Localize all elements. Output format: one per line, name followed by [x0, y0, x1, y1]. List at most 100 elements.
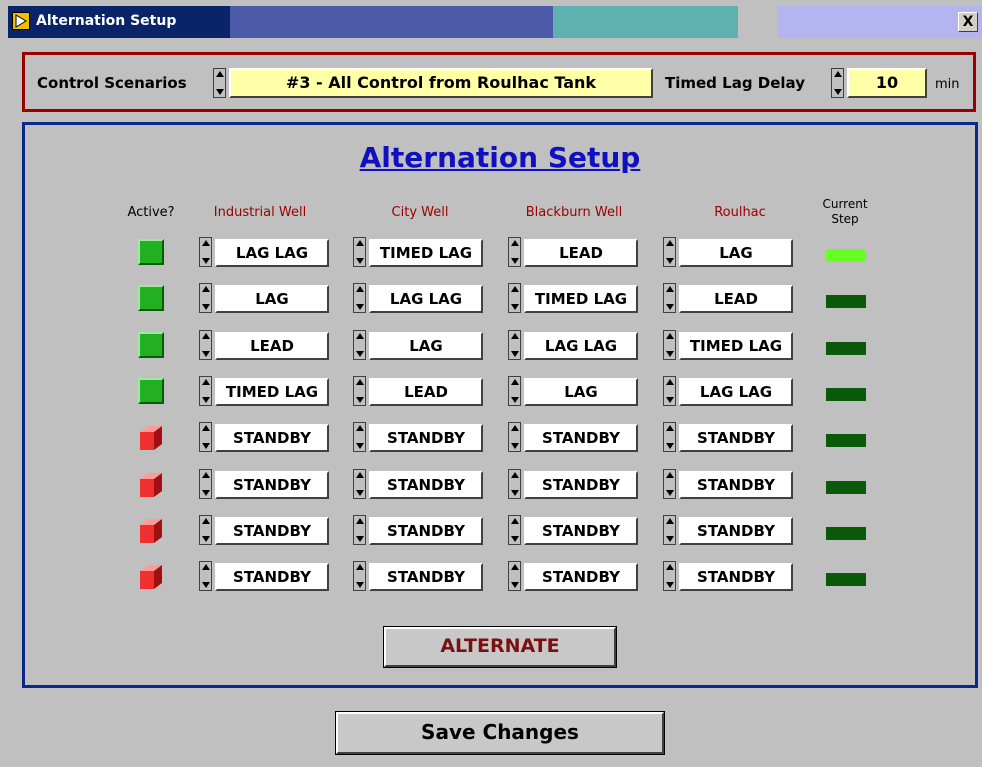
ring-value[interactable]: STANDBY — [524, 470, 638, 499]
lag-delay-spinner[interactable] — [831, 68, 844, 98]
ring-spinner[interactable] — [663, 514, 676, 545]
ring-spinner[interactable] — [353, 237, 366, 267]
ring-city[interactable]: LEAD — [353, 375, 483, 406]
close-button[interactable]: X — [958, 12, 978, 32]
ring-blackburn[interactable]: TIMED LAG — [508, 283, 638, 314]
ring-industrial[interactable]: TIMED LAG — [199, 375, 329, 406]
ring-industrial[interactable]: STANDBY — [199, 514, 329, 545]
ring-spinner[interactable] — [663, 237, 676, 267]
ring-spinner[interactable] — [353, 283, 366, 314]
ring-roulhac[interactable]: STANDBY — [663, 468, 793, 499]
ring-spinner[interactable] — [199, 561, 212, 592]
scenario-spinner[interactable] — [213, 68, 226, 98]
ring-spinner[interactable] — [353, 468, 366, 499]
ring-spinner[interactable] — [663, 283, 676, 314]
ring-value[interactable]: LAG — [524, 377, 638, 406]
ring-blackburn[interactable]: LEAD — [508, 237, 638, 267]
ring-value[interactable]: STANDBY — [369, 470, 483, 499]
ring-spinner[interactable] — [508, 561, 521, 592]
active-toggle[interactable] — [138, 424, 164, 451]
ring-spinner[interactable] — [663, 468, 676, 499]
ring-value[interactable]: LAG — [215, 285, 329, 314]
ring-roulhac[interactable]: TIMED LAG — [663, 329, 793, 360]
alternate-button[interactable]: ALTERNATE — [383, 626, 617, 668]
active-toggle[interactable] — [138, 377, 164, 404]
active-toggle[interactable] — [138, 331, 164, 358]
ring-industrial[interactable]: LAG — [199, 283, 329, 314]
ring-value[interactable]: LAG — [369, 331, 483, 360]
ring-value[interactable]: STANDBY — [369, 424, 483, 453]
ring-city[interactable]: STANDBY — [353, 468, 483, 499]
ring-spinner[interactable] — [199, 422, 212, 453]
ring-value[interactable]: STANDBY — [215, 563, 329, 592]
ring-spinner[interactable] — [353, 375, 366, 406]
ring-value[interactable]: LEAD — [524, 239, 638, 267]
ring-spinner[interactable] — [508, 237, 521, 267]
ring-value[interactable]: STANDBY — [215, 516, 329, 545]
ring-spinner[interactable] — [199, 329, 212, 360]
ring-value[interactable]: LEAD — [369, 377, 483, 406]
ring-value[interactable]: STANDBY — [369, 563, 483, 592]
active-toggle[interactable] — [138, 239, 164, 265]
ring-value[interactable]: LAG LAG — [524, 331, 638, 360]
ring-industrial[interactable]: STANDBY — [199, 561, 329, 592]
ring-spinner[interactable] — [353, 329, 366, 360]
ring-blackburn[interactable]: LAG LAG — [508, 329, 638, 360]
ring-value[interactable]: STANDBY — [369, 516, 483, 545]
ring-industrial[interactable]: LAG LAG — [199, 237, 329, 267]
ring-roulhac[interactable]: LAG — [663, 237, 793, 267]
ring-spinner[interactable] — [199, 283, 212, 314]
ring-spinner[interactable] — [353, 514, 366, 545]
ring-city[interactable]: STANDBY — [353, 561, 483, 592]
ring-value[interactable]: LAG LAG — [369, 285, 483, 314]
ring-spinner[interactable] — [199, 514, 212, 545]
active-toggle[interactable] — [138, 285, 164, 312]
lag-delay-input[interactable]: 10 — [847, 68, 927, 98]
ring-value[interactable]: TIMED LAG — [369, 239, 483, 267]
ring-spinner[interactable] — [663, 329, 676, 360]
ring-value[interactable]: STANDBY — [215, 470, 329, 499]
save-changes-button[interactable]: Save Changes — [335, 711, 665, 755]
ring-city[interactable]: TIMED LAG — [353, 237, 483, 267]
ring-industrial[interactable]: STANDBY — [199, 468, 329, 499]
ring-spinner[interactable] — [508, 283, 521, 314]
ring-spinner[interactable] — [353, 561, 366, 592]
ring-value[interactable]: STANDBY — [679, 424, 793, 453]
ring-value[interactable]: STANDBY — [679, 470, 793, 499]
ring-value[interactable]: STANDBY — [524, 424, 638, 453]
ring-roulhac[interactable]: STANDBY — [663, 561, 793, 592]
ring-blackburn[interactable]: STANDBY — [508, 468, 638, 499]
ring-spinner[interactable] — [508, 375, 521, 406]
ring-city[interactable]: LAG — [353, 329, 483, 360]
ring-roulhac[interactable]: STANDBY — [663, 422, 793, 453]
ring-spinner[interactable] — [199, 468, 212, 499]
ring-value[interactable]: STANDBY — [679, 516, 793, 545]
ring-roulhac[interactable]: LEAD — [663, 283, 793, 314]
ring-value[interactable]: LAG LAG — [215, 239, 329, 267]
active-toggle[interactable] — [138, 517, 164, 543]
ring-city[interactable]: STANDBY — [353, 422, 483, 453]
ring-spinner[interactable] — [508, 514, 521, 545]
active-toggle[interactable] — [138, 563, 164, 590]
ring-blackburn[interactable]: STANDBY — [508, 422, 638, 453]
ring-value[interactable]: STANDBY — [679, 563, 793, 592]
ring-spinner[interactable] — [508, 422, 521, 453]
ring-spinner[interactable] — [199, 237, 212, 267]
ring-value[interactable]: TIMED LAG — [679, 331, 793, 360]
ring-value[interactable]: TIMED LAG — [215, 377, 329, 406]
ring-spinner[interactable] — [353, 422, 366, 453]
ring-industrial[interactable]: STANDBY — [199, 422, 329, 453]
ring-blackburn[interactable]: STANDBY — [508, 561, 638, 592]
ring-spinner[interactable] — [663, 561, 676, 592]
ring-roulhac[interactable]: STANDBY — [663, 514, 793, 545]
ring-spinner[interactable] — [508, 329, 521, 360]
ring-value[interactable]: STANDBY — [215, 424, 329, 453]
ring-value[interactable]: TIMED LAG — [524, 285, 638, 314]
ring-value[interactable]: LAG LAG — [679, 377, 793, 406]
ring-spinner[interactable] — [508, 468, 521, 499]
ring-value[interactable]: STANDBY — [524, 563, 638, 592]
ring-blackburn[interactable]: LAG — [508, 375, 638, 406]
ring-value[interactable]: LEAD — [215, 331, 329, 360]
active-toggle[interactable] — [138, 471, 164, 497]
ring-value[interactable]: LAG — [679, 239, 793, 267]
